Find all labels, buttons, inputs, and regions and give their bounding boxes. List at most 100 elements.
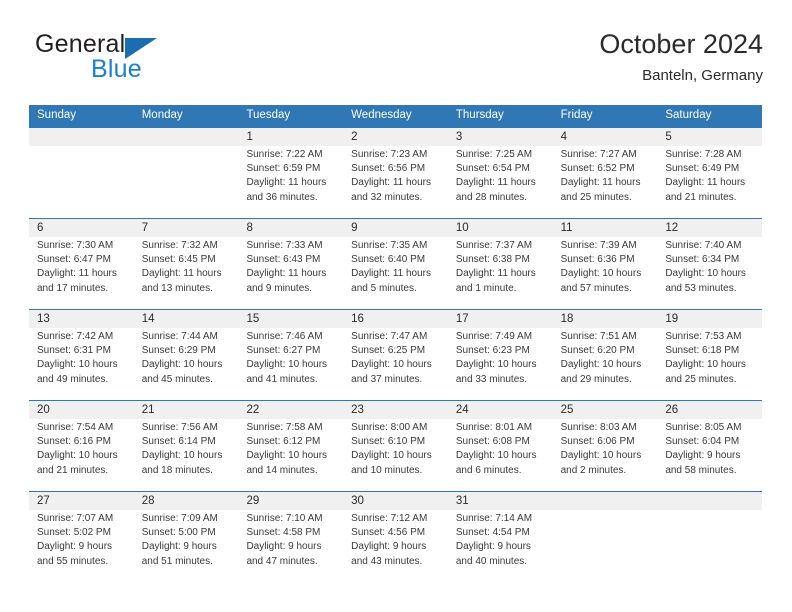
day-cell[interactable]: 17 Sunrise: 7:49 AM Sunset: 6:23 PM Dayl…: [448, 310, 553, 400]
daylight-text-line2: and 1 minute.: [455, 282, 517, 294]
daylight-text-line1: Daylight: 9 hours: [665, 450, 741, 462]
day-number: 20: [37, 404, 50, 416]
day-number: 26: [665, 404, 679, 416]
day-cell[interactable]: 18 Sunrise: 7:51 AM Sunset: 6:20 PM Dayl…: [553, 310, 658, 400]
day-cell[interactable]: 15 Sunrise: 7:46 AM Sunset: 6:27 PM Dayl…: [238, 310, 343, 400]
day-details: Sunrise: 7:27 AM Sunset: 6:52 PM Dayligh…: [561, 148, 652, 205]
day-cell[interactable]: 11 Sunrise: 7:39 AM Sunset: 6:36 PM Dayl…: [553, 219, 658, 309]
day-cell[interactable]: [553, 492, 658, 582]
day-cell[interactable]: [134, 128, 239, 218]
day-cell[interactable]: 28 Sunrise: 7:09 AM Sunset: 5:00 PM Dayl…: [134, 492, 239, 582]
sunrise-text: Sunrise: 8:01 AM: [455, 422, 533, 433]
day-cell[interactable]: 8 Sunrise: 7:33 AM Sunset: 6:43 PM Dayli…: [238, 219, 343, 309]
day-cell[interactable]: 10 Sunrise: 7:37 AM Sunset: 6:38 PM Dayl…: [448, 219, 553, 309]
daylight-text-line1: Daylight: 10 hours: [141, 450, 223, 462]
day-cell[interactable]: 30 Sunrise: 7:12 AM Sunset: 4:56 PM Dayl…: [343, 492, 448, 582]
day-details: Sunrise: 7:37 AM Sunset: 6:38 PM Dayligh…: [456, 239, 547, 296]
daylight-text-line1: Daylight: 10 hours: [665, 268, 746, 280]
sunset-text: Sunset: 6:25 PM: [351, 345, 426, 357]
day-cell[interactable]: 29 Sunrise: 7:10 AM Sunset: 4:58 PM Dayl…: [238, 492, 343, 582]
brand-logo[interactable]: General Blue: [29, 28, 289, 90]
daylight-text-line2: and 36 minutes.: [246, 191, 318, 203]
day-cell[interactable]: 4 Sunrise: 7:27 AM Sunset: 6:52 PM Dayli…: [553, 128, 658, 218]
day-cell[interactable]: 27 Sunrise: 7:07 AM Sunset: 5:02 PM Dayl…: [29, 492, 134, 582]
day-cell[interactable]: 7 Sunrise: 7:32 AM Sunset: 6:45 PM Dayli…: [134, 219, 239, 309]
sunset-text: Sunset: 6:04 PM: [665, 436, 740, 448]
day-cell[interactable]: 25 Sunrise: 8:03 AM Sunset: 6:06 PM Dayl…: [553, 401, 658, 491]
weekday-header-friday: Friday: [560, 109, 593, 121]
sunrise-text: Sunrise: 7:44 AM: [141, 331, 218, 342]
weekday-header-saturday: Saturday: [665, 109, 712, 121]
day-cell[interactable]: 26 Sunrise: 8:05 AM Sunset: 6:04 PM Dayl…: [657, 401, 762, 491]
sunset-text: Sunset: 4:58 PM: [246, 527, 321, 539]
weekday-header-sunday: Sunday: [37, 109, 77, 121]
day-cell[interactable]: 1 Sunrise: 7:22 AM Sunset: 6:59 PM Dayli…: [238, 128, 343, 218]
daylight-text-line2: and 51 minutes.: [141, 555, 213, 567]
day-number: 18: [560, 313, 574, 325]
daylight-text-line2: and 5 minutes.: [351, 282, 417, 294]
day-number: 16: [351, 313, 364, 325]
day-cell[interactable]: 24 Sunrise: 8:01 AM Sunset: 6:08 PM Dayl…: [448, 401, 553, 491]
daylight-text-line1: Daylight: 10 hours: [560, 359, 642, 371]
day-details: Sunrise: 8:01 AM Sunset: 6:08 PM Dayligh…: [456, 421, 547, 478]
day-number: 17: [455, 313, 469, 325]
sunrise-text: Sunrise: 7:22 AM: [246, 149, 323, 160]
day-number: 19: [665, 313, 679, 325]
daylight-text-line2: and 29 minutes.: [560, 373, 632, 385]
daylight-text-line2: and 18 minutes.: [141, 464, 213, 476]
sunset-text: Sunset: 5:02 PM: [37, 527, 111, 539]
day-cell[interactable]: [29, 128, 134, 218]
day-number: 2: [351, 131, 358, 143]
calendar-week-row: 1 Sunrise: 7:22 AM Sunset: 6:59 PM Dayli…: [29, 127, 762, 218]
sunrise-text: Sunrise: 7:40 AM: [665, 240, 742, 251]
day-cell[interactable]: 20 Sunrise: 7:54 AM Sunset: 6:16 PM Dayl…: [29, 401, 134, 491]
daylight-text-line2: and 10 minutes.: [351, 464, 423, 476]
day-number: 15: [246, 313, 260, 325]
calendar-week-row: 27 Sunrise: 7:07 AM Sunset: 5:02 PM Dayl…: [29, 491, 762, 582]
sunrise-text: Sunrise: 7:56 AM: [141, 422, 218, 433]
sunset-text: Sunset: 6:54 PM: [455, 163, 530, 175]
sunset-text: Sunset: 4:56 PM: [351, 527, 426, 539]
day-details: Sunrise: 7:30 AM Sunset: 6:47 PM Dayligh…: [37, 239, 128, 296]
daylight-text-line1: Daylight: 9 hours: [455, 541, 531, 553]
daylight-text-line1: Daylight: 11 hours: [141, 268, 222, 280]
sunset-text: Sunset: 6:49 PM: [665, 163, 740, 175]
day-cell[interactable]: 31 Sunrise: 7:14 AM Sunset: 4:54 PM Dayl…: [448, 492, 553, 582]
sunset-text: Sunset: 6:20 PM: [560, 345, 635, 357]
daylight-text-line1: Daylight: 10 hours: [246, 450, 328, 462]
day-cell[interactable]: 23 Sunrise: 8:00 AM Sunset: 6:10 PM Dayl…: [343, 401, 448, 491]
day-cell[interactable]: 12 Sunrise: 7:40 AM Sunset: 6:34 PM Dayl…: [657, 219, 762, 309]
page-subtitle: Banteln, Germany: [642, 67, 763, 84]
day-cell[interactable]: 16 Sunrise: 7:47 AM Sunset: 6:25 PM Dayl…: [343, 310, 448, 400]
sunset-text: Sunset: 6:36 PM: [560, 254, 635, 266]
page-header: General Blue October 2024 Banteln, Germa…: [29, 28, 763, 98]
day-number: 14: [141, 313, 155, 325]
day-cell[interactable]: 14 Sunrise: 7:44 AM Sunset: 6:29 PM Dayl…: [134, 310, 239, 400]
day-cell[interactable]: 22 Sunrise: 7:58 AM Sunset: 6:12 PM Dayl…: [238, 401, 343, 491]
day-details: Sunrise: 7:25 AM Sunset: 6:54 PM Dayligh…: [456, 148, 547, 205]
day-cell[interactable]: 19 Sunrise: 7:53 AM Sunset: 6:18 PM Dayl…: [657, 310, 762, 400]
daylight-text-line1: Daylight: 10 hours: [560, 450, 642, 462]
sunset-text: Sunset: 6:27 PM: [246, 345, 321, 357]
sunset-text: Sunset: 6:38 PM: [455, 254, 530, 266]
day-number: 23: [351, 404, 364, 416]
sunrise-text: Sunrise: 7:58 AM: [246, 422, 323, 433]
sunrise-text: Sunrise: 7:35 AM: [351, 240, 428, 251]
sunset-text: Sunset: 6:06 PM: [560, 436, 635, 448]
daylight-text-line2: and 21 minutes.: [665, 191, 737, 203]
day-cell[interactable]: 9 Sunrise: 7:35 AM Sunset: 6:40 PM Dayli…: [343, 219, 448, 309]
day-number: 29: [246, 495, 260, 507]
daylight-text-line2: and 25 minutes.: [665, 373, 737, 385]
daylight-text-line2: and 13 minutes.: [141, 282, 213, 294]
day-cell[interactable]: 5 Sunrise: 7:28 AM Sunset: 6:49 PM Dayli…: [657, 128, 762, 218]
sunrise-text: Sunrise: 7:23 AM: [351, 149, 428, 160]
day-cell[interactable]: [657, 492, 762, 582]
sunset-text: Sunset: 6:40 PM: [351, 254, 426, 266]
day-cell[interactable]: 2 Sunrise: 7:23 AM Sunset: 6:56 PM Dayli…: [343, 128, 448, 218]
day-cell[interactable]: 6 Sunrise: 7:30 AM Sunset: 6:47 PM Dayli…: [29, 219, 134, 309]
daylight-text-line1: Daylight: 9 hours: [37, 541, 113, 553]
day-cell[interactable]: 21 Sunrise: 7:56 AM Sunset: 6:14 PM Dayl…: [134, 401, 239, 491]
day-details: Sunrise: 7:39 AM Sunset: 6:36 PM Dayligh…: [561, 239, 652, 296]
day-cell[interactable]: 3 Sunrise: 7:25 AM Sunset: 6:54 PM Dayli…: [448, 128, 553, 218]
day-cell[interactable]: 13 Sunrise: 7:42 AM Sunset: 6:31 PM Dayl…: [29, 310, 134, 400]
